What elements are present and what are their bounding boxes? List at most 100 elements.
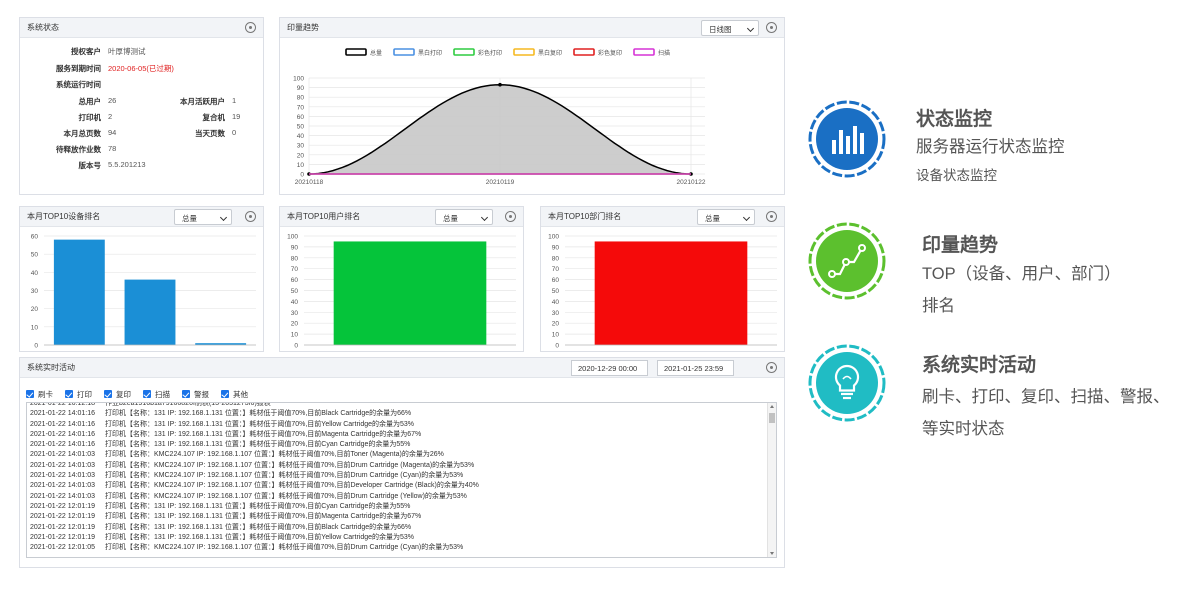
y-tick-label: 60: [552, 277, 560, 284]
checkbox[interactable]: [221, 390, 229, 398]
status-value: 78: [108, 144, 117, 153]
chevron-down-icon: [219, 213, 228, 222]
legend-label: 黑白复印: [538, 49, 562, 57]
y-tick-label: 80: [297, 95, 305, 102]
feature-desc: 设备状态监控: [916, 168, 997, 183]
y-tick-label: 70: [297, 104, 305, 111]
checkbox[interactable]: [182, 390, 190, 398]
scroll-thumb[interactable]: [769, 413, 775, 423]
close-icon[interactable]: [245, 22, 256, 33]
filter-alarm[interactable]: 警报: [182, 387, 209, 401]
device-metric-select[interactable]: 总量: [174, 209, 232, 225]
dept-metric-value: 总量: [705, 214, 720, 223]
user-top-header: 本月TOP10用户排名 总量: [280, 207, 523, 227]
y-tick-label: 20: [31, 306, 39, 313]
trend-panel: 印量趋势 日线图 总量 黑白打印 彩色打印 黑白复印 彩色复印 扫描 0 10 20 30 40 50…: [279, 17, 785, 195]
feature-realtime-activity: 系统实时活动 刷卡、打印、复印、扫描、警报、 等实时状态: [808, 344, 1198, 438]
close-icon[interactable]: [245, 211, 256, 222]
y-tick-label: 10: [31, 324, 39, 331]
activity-panel: 系统实时活动 2020-12-29 00:00 2021-01-25 23:59…: [19, 357, 785, 568]
filter-other[interactable]: 其他: [221, 387, 248, 401]
chart-mode-select[interactable]: 日线图: [701, 20, 759, 36]
log-message: 打印机【名称：KMC224.107 IP: 192.168.1.107 位置：】…: [105, 472, 464, 480]
dept-top-title: 本月TOP10部门排名: [548, 212, 622, 221]
total-point: [498, 82, 502, 87]
trend-chart: 总量 黑白打印 彩色打印 黑白复印 彩色复印 扫描 0 10 20 30 40 50 60 70 80 90 1…: [293, 48, 706, 186]
trend-header: 印量趋势 日线图: [280, 18, 784, 38]
user-metric-value: 总量: [443, 214, 458, 223]
status-value: 26: [108, 96, 117, 105]
system-status-title: 系统状态: [27, 23, 59, 32]
feature-desc: TOP（设备、用户、部门）: [922, 265, 1121, 283]
log-entry: 2021-01-22 14:01:03 打印机【名称：KMC224.107 IP:…: [27, 481, 766, 491]
status-label: 复合机: [202, 113, 226, 122]
y-tick-label: 40: [297, 133, 305, 140]
close-icon[interactable]: [766, 362, 777, 373]
status-label: 打印机: [78, 113, 102, 122]
activity-title: 系统实时活动: [27, 363, 75, 372]
status-value: 0: [232, 128, 237, 137]
log-time: 2021-01-22 14:01:16: [30, 430, 95, 438]
filter-label: 刷卡: [38, 389, 53, 399]
checkbox[interactable]: [143, 390, 151, 398]
system-status-header: 系统状态: [20, 18, 263, 38]
activity-filters: 刷卡 打印 复印 扫描 警报 其他: [26, 387, 260, 401]
lightbulb-icon: [808, 344, 886, 422]
close-icon[interactable]: [766, 211, 777, 222]
dept-metric-select[interactable]: 总量: [697, 209, 755, 225]
checkbox[interactable]: [104, 390, 112, 398]
log-entry: 2021-01-22 14:01:16 打印机【名称：131 IP: 192.16…: [27, 409, 766, 419]
scroll-up-icon[interactable]: [770, 405, 774, 408]
date-to-input[interactable]: 2021-01-25 23:59: [657, 360, 734, 376]
y-tick-label: 10: [291, 332, 299, 339]
y-tick-label: 60: [297, 114, 305, 121]
log-scrollbar[interactable]: [767, 403, 776, 557]
dept-bar-chart: 0 10 20 30 40 50 60 70 80 90 100: [548, 234, 777, 350]
y-tick-label: 0: [300, 172, 304, 179]
y-tick-label: 70: [291, 266, 299, 273]
log-time: 2021-01-22 12:01:19: [30, 513, 95, 521]
y-tick-label: 40: [31, 270, 39, 277]
y-tick-label: 90: [552, 244, 560, 251]
log-time: 2021-01-22 14:01:03: [30, 492, 95, 500]
close-icon[interactable]: [505, 211, 516, 222]
log-message: 打印机【名称：KMC224.107 IP: 192.168.1.107 位置：】…: [105, 451, 444, 459]
checkbox[interactable]: [26, 390, 34, 398]
log-entry: 2021-01-22 14:01:03 打印机【名称：KMC224.107 IP:…: [27, 450, 766, 460]
log-message: 作业b2ea1916b1a79166820f制表(13-2051273f6)报表: [105, 402, 271, 407]
y-tick-label: 80: [291, 255, 299, 262]
bar: [333, 241, 487, 345]
legend-label: 总量: [370, 49, 382, 57]
filter-scan[interactable]: 扫描: [143, 387, 170, 401]
activity-log[interactable]: 2021-01-22 16:12:18 作业b2ea1916b1a79166820…: [26, 402, 777, 558]
legend-swatch: [633, 48, 655, 56]
user-top-panel: 本月TOP10用户排名 总量 0 10 20 30 40 50 60 70 80 90 100: [279, 206, 524, 352]
user-metric-select[interactable]: 总量: [435, 209, 493, 225]
log-entry: 2021-01-22 14:01:03 打印机【名称：KMC224.107 IP:…: [27, 461, 766, 471]
date-to-value: 2021-01-25 23:59: [664, 364, 724, 373]
date-from-input[interactable]: 2020-12-29 00:00: [571, 360, 648, 376]
device-bar-chart: 0 10 20 30 40 50 60: [31, 234, 256, 350]
feature-title: 印量趋势: [922, 235, 999, 256]
log-entry: 2021-01-22 14:01:16 打印机【名称：131 IP: 192.16…: [27, 430, 766, 440]
y-tick-label: 50: [291, 288, 299, 295]
y-tick-label: 40: [552, 299, 560, 306]
log-time: 2021-01-22 14:01:03: [30, 482, 95, 490]
feature-status-monitor: 状态监控 服务器运行状态监控 设备状态监控: [808, 100, 1198, 183]
checkbox[interactable]: [65, 390, 73, 398]
filter-print[interactable]: 打印: [65, 387, 92, 401]
feature-desc: 服务器运行状态监控: [916, 138, 1065, 156]
log-message: 打印机【名称：131 IP: 192.168.1.131 位置：】耗材低于阈值7…: [105, 502, 411, 510]
legend-swatch: [513, 48, 535, 56]
y-tick-label: 10: [297, 162, 305, 169]
status-label: 版本号: [78, 161, 102, 170]
filter-card[interactable]: 刷卡: [26, 387, 53, 401]
scroll-down-icon[interactable]: [770, 552, 774, 555]
filter-copy[interactable]: 复印: [104, 387, 131, 401]
log-entry: 2021-01-22 12:01:19 打印机【名称：131 IP: 192.16…: [27, 533, 766, 543]
y-tick-label: 30: [552, 310, 560, 317]
status-label: 系统运行时间: [56, 80, 101, 89]
status-label: 本月总页数: [63, 129, 102, 138]
filter-label: 复印: [116, 389, 131, 399]
close-icon[interactable]: [766, 22, 777, 33]
